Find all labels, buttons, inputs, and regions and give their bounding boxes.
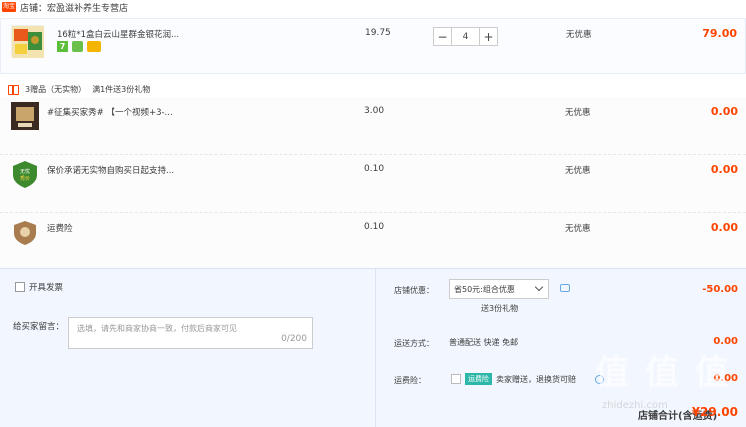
message-label: 给买家留言： [13,322,65,332]
grand-total-value: ¥29.00 [691,405,738,419]
gift-total: 0.00 [710,221,738,234]
gift-row: 运费险 0.10 无优惠 0.00 [0,213,746,271]
gift-rule: 满1件送3份礼物 [92,85,151,94]
store-name[interactable]: 店铺：宏盈滋补养生专营店 [20,1,128,14]
gift-thumbnail-video [10,101,40,131]
insurance-tag: 运费险 [465,373,492,385]
gift-icon [8,84,19,95]
quantity-input[interactable]: 4 [452,27,479,46]
gift-promo: 无优惠 [565,108,591,118]
watermark-url: zhidezhi.com [602,400,668,411]
invoice-checkbox[interactable] [15,282,25,292]
chevron-down-icon [534,282,544,292]
store-discount-label: 店铺优惠： [394,286,434,295]
item-total: 79.00 [702,27,737,40]
gift-total: 0.00 [710,163,738,176]
store-discount-select[interactable]: 省50元:组合优惠 [449,279,549,299]
gift-count-label: 3赠品（无实物） [25,85,87,94]
price-guarantee-badge-icon: 无忧 秀价 [10,159,40,189]
store-tag-icon: 淘宝 [2,2,16,12]
promo-text: 无优惠 [566,30,592,40]
message-counter: 0/200 [281,334,307,344]
store-bar: 淘宝 店铺：宏盈滋补养生专营店 [0,0,746,14]
increase-quantity-button[interactable]: + [479,27,498,46]
shipping-method[interactable]: 普通配送 快递 免邮 [449,337,518,348]
watermark-logo: 值 值 值 [595,353,731,393]
service-badges: 7 [57,41,101,52]
gift-promo: 无优惠 [565,166,591,176]
gift-note: 送3份礼物 [481,304,519,313]
decrease-quantity-button[interactable]: − [433,27,452,46]
chat-icon[interactable] [560,284,570,292]
insurance-label: 运费险： [394,376,426,385]
guarantee-icon [72,41,83,52]
invoice-label: 开具发票 [29,283,64,293]
gifts-header: 3赠品（无实物） 满1件送3份礼物 [8,84,150,95]
store-discount-selected: 省50元:组合优惠 [454,284,515,294]
product-thumbnail[interactable] [11,25,44,58]
svg-text:秀价: 秀价 [20,175,30,182]
invoice-option[interactable]: 开具发票 [15,281,63,293]
gift-title: 保价承诺无实物自购买日起支持... [47,166,175,176]
product-title[interactable]: 16粒*1盒白云山星群金银花润... [57,28,207,40]
gift-row: #征集买家秀# 【一个视频+3-... 3.00 无优惠 0.00 [0,97,746,155]
message-placeholder: 选填，请先和商家协商一致，付款后商家可见 [77,324,237,333]
shipping-label: 运送方式： [394,339,434,348]
gift-title: 运费险 [47,224,73,234]
insurance-checkbox[interactable] [451,374,461,384]
credit-card-icon [87,41,101,52]
gift-promo: 无优惠 [565,224,591,234]
cart-item-row: 16粒*1盒白云山星群金银花润... 7 19.75 − 4 + 无优惠 79.… [0,18,746,74]
seven-day-return-icon: 7 [57,41,68,52]
gift-price: 3.00 [364,106,385,116]
gift-price: 0.10 [364,164,385,174]
gift-price: 0.10 [364,222,385,232]
svg-text:无忧: 无忧 [20,168,30,175]
message-textarea[interactable]: 选填，请先和商家协商一致，付款后商家可见 0/200 [68,317,313,349]
gift-title: #征集买家秀# 【一个视频+3-... [47,108,173,118]
gift-row: 无忧 秀价 保价承诺无实物自购买日起支持... 0.10 无优惠 0.00 [0,155,746,213]
shipping-insurance-shield-icon [10,217,40,247]
unit-price: 19.75 [365,28,391,38]
store-discount-value: -50.00 [702,284,738,295]
insurance-text: 卖家赠送，退换货可赔 [496,375,576,384]
quantity-stepper: − 4 + [433,27,498,46]
gift-total: 0.00 [710,105,738,118]
